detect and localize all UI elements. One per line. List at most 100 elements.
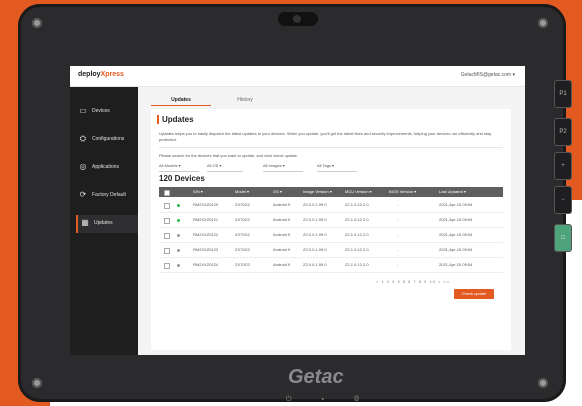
screw-icon — [538, 18, 548, 28]
cell-bios: - — [397, 217, 399, 222]
cell-updated: 2021-Apr-15 09:54 — [439, 247, 473, 252]
row-checkbox[interactable] — [164, 263, 170, 269]
row-checkbox[interactable] — [164, 218, 170, 224]
cell-sn: RM2XXZ0122 — [193, 232, 219, 237]
pagination[interactable]: < 1 2 3 4 5 6 7 8 9 10 > >> — [376, 279, 450, 284]
cell-updated: 2021-Apr-15 09:54 — [439, 217, 473, 222]
check-update-button[interactable]: Check update — [454, 289, 494, 299]
user-menu[interactable]: GetacMIS@getac.com ▾ — [461, 72, 515, 78]
cell-updated: 2021-Apr-15 09:54 — [439, 202, 473, 207]
status-dot — [177, 204, 180, 207]
column-bios-version[interactable]: BIOS Version ▾ — [389, 187, 416, 197]
column-image-version[interactable]: Image Version ▾ — [303, 187, 332, 197]
table-row[interactable]: RM2XXZ0123 ZX70G2 Android 9 Z2.0.0.1.99.… — [159, 243, 503, 258]
status-dot — [177, 234, 180, 237]
cell-mcu: Z2.1.0.12.2.0 — [345, 202, 369, 207]
status-dot — [177, 219, 180, 222]
cell-image: Z2.0.0.1.99.0 — [303, 217, 327, 222]
cell-updated: 2021-Apr-15 09:54 — [439, 232, 473, 237]
cell-sn: RM2XXZ0123 — [193, 247, 219, 252]
search-hint: Please search for the devices that you w… — [159, 153, 298, 158]
cell-mcu: Z2.1.0.12.2.0 — [345, 247, 369, 252]
volume-down-button[interactable]: − — [554, 186, 572, 214]
column-last-updated[interactable]: Last Updated ▾ — [439, 187, 466, 197]
cell-os: Android 9 — [273, 202, 291, 207]
updates-panel: Updates Updates helps you to easily disp… — [151, 109, 511, 350]
updates-icon: ▦ — [81, 218, 89, 227]
top-bar: deployXpress GetacMIS@getac.com ▾ — [70, 66, 525, 87]
devices-icon: ▭ — [79, 106, 87, 115]
cell-image: Z2.0.0.1.99.0 — [303, 232, 327, 237]
row-checkbox[interactable] — [164, 248, 170, 254]
device-count: 120 Devices — [159, 174, 205, 183]
main-content: Updates History Updates Updates helps yo… — [138, 87, 525, 355]
side-button-p1[interactable]: P1 — [554, 80, 572, 108]
table-row[interactable]: RM2XXZ0122 ZX70G2 Android 9 Z2.0.0.1.99.… — [159, 228, 503, 243]
os-filter[interactable]: All OS ▾ — [207, 161, 243, 172]
image-filter[interactable]: All Images ▾ — [263, 161, 303, 172]
model-filter[interactable]: All Models ▾ — [159, 161, 199, 172]
cell-bios: - — [397, 262, 399, 267]
cell-os: Android 9 — [273, 232, 291, 237]
status-dot — [177, 264, 180, 267]
sidebar: ▭ Devices ⛭ Configurations ◎ Application… — [70, 87, 140, 355]
cell-image: Z2.0.0.1.99.0 — [303, 262, 327, 267]
cell-model: ZX70G2 — [235, 232, 250, 237]
sidebar-item-factory-default[interactable]: ⟳ Factory Default — [76, 187, 138, 205]
home-button[interactable]: □ — [554, 224, 572, 252]
cell-updated: 2021-Apr-15 09:54 — [439, 262, 473, 267]
cell-model: ZX70G2 — [235, 202, 250, 207]
sidebar-item-updates[interactable]: ▦ Updates — [76, 215, 140, 233]
app-screen: deployXpress GetacMIS@getac.com ▾ ▭ Devi… — [70, 66, 525, 355]
table-header: S/N ▾ Model ▾ OS ▾ Image Version ▾ MCU V… — [159, 187, 503, 197]
cell-sn: RM2XXZ0124 — [193, 262, 219, 267]
row-checkbox[interactable] — [164, 203, 170, 209]
cell-mcu: Z2.1.0.12.2.0 — [345, 262, 369, 267]
cell-sn: RM2XXZ0120 — [193, 202, 219, 207]
select-all-checkbox[interactable] — [164, 190, 170, 196]
cell-model: ZX70G2 — [235, 262, 250, 267]
tab-updates[interactable]: Updates — [151, 95, 211, 106]
cell-image: Z2.0.0.1.99.0 — [303, 247, 327, 252]
cell-bios: - — [397, 247, 399, 252]
tab-history[interactable]: History — [215, 95, 275, 105]
column-sn[interactable]: S/N ▾ — [193, 187, 203, 197]
config-icon: ⛭ — [79, 134, 87, 143]
divider — [159, 147, 503, 148]
volume-up-button[interactable]: + — [554, 152, 572, 180]
cell-sn: RM2XXZ0121 — [193, 217, 219, 222]
side-button-p2[interactable]: P2 — [554, 118, 572, 146]
camera-icon — [278, 12, 318, 26]
cell-os: Android 9 — [273, 262, 291, 267]
sidebar-item-devices[interactable]: ▭ Devices — [76, 103, 138, 121]
row-checkbox[interactable] — [164, 233, 170, 239]
screw-icon — [32, 378, 42, 388]
app-logo: deployXpress — [78, 71, 124, 78]
table-row[interactable]: RM2XXZ0124 ZX70G2 Android 9 Z2.0.0.1.99.… — [159, 258, 503, 273]
cell-os: Android 9 — [273, 247, 291, 252]
table-row[interactable]: RM2XXZ0120 ZX70G2 Android 9 Z2.0.0.1.99.… — [159, 198, 503, 213]
apps-icon: ◎ — [79, 162, 87, 171]
cell-mcu: Z2.1.0.12.2.0 — [345, 232, 369, 237]
cell-os: Android 9 — [273, 217, 291, 222]
screw-icon — [538, 378, 548, 388]
cell-model: ZX70G2 — [235, 217, 250, 222]
column-os[interactable]: OS ▾ — [273, 187, 282, 197]
column-model[interactable]: Model ▾ — [235, 187, 249, 197]
cell-image: Z2.0.0.1.99.0 — [303, 202, 327, 207]
status-dot — [177, 249, 180, 252]
cell-bios: - — [397, 232, 399, 237]
cell-bios: - — [397, 202, 399, 207]
sidebar-item-configurations[interactable]: ⛭ Configurations — [76, 131, 138, 149]
cell-model: ZX70G2 — [235, 247, 250, 252]
factory-icon: ⟳ — [79, 190, 87, 199]
cell-mcu: Z2.1.0.12.2.0 — [345, 217, 369, 222]
page-title: Updates — [157, 115, 194, 124]
power-icons: ⏻ ▪ ◍ — [286, 396, 374, 403]
brand-logo: Getac — [288, 366, 344, 388]
description: Updates helps you to easily dispatch the… — [159, 131, 492, 142]
table-row[interactable]: RM2XXZ0121 ZX70G2 Android 9 Z2.0.0.1.99.… — [159, 213, 503, 228]
column-mcu-version[interactable]: MCU Version ▾ — [345, 187, 372, 197]
tag-filter[interactable]: All Tags ▾ — [317, 161, 357, 172]
sidebar-item-applications[interactable]: ◎ Applications — [76, 159, 138, 177]
